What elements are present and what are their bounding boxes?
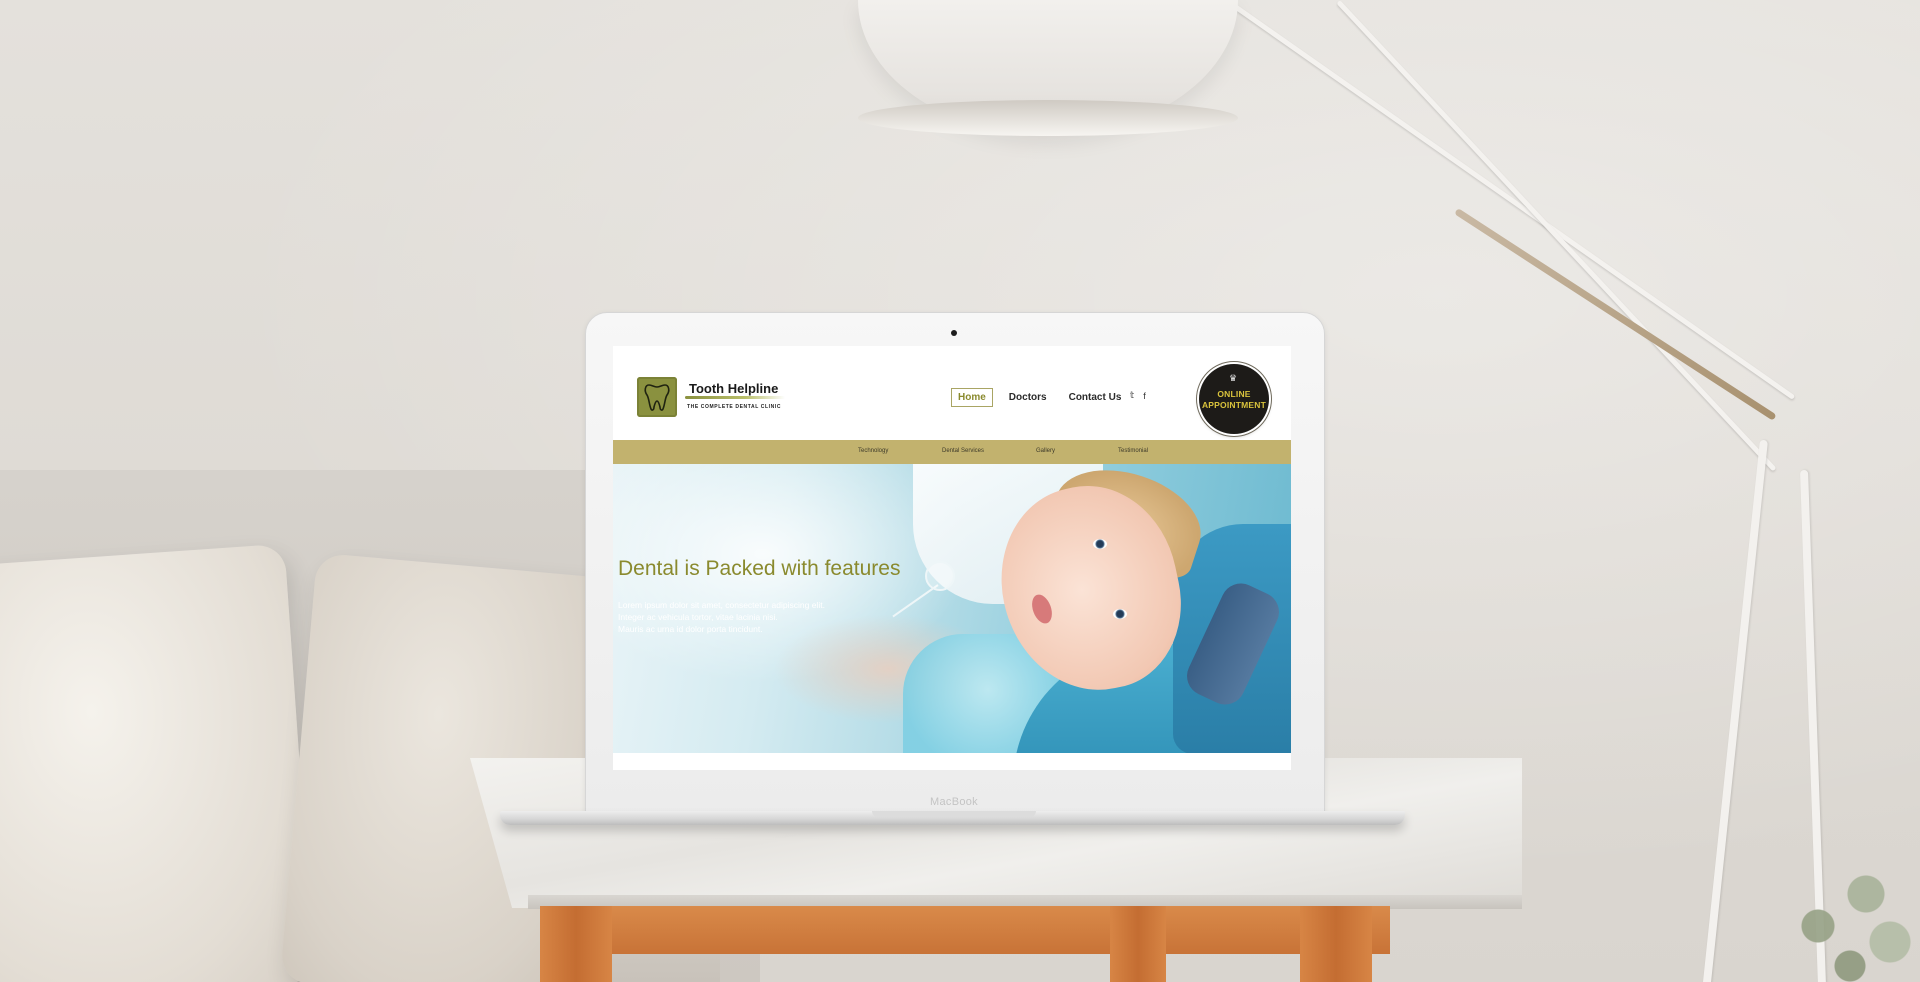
- social-links: 𝕥 f: [1130, 390, 1146, 401]
- logo-title[interactable]: Tooth Helpline: [689, 381, 778, 396]
- lamp-shade-rim: [858, 100, 1238, 136]
- scene: MacBook Tooth Helpline THE COMPLETE DENT…: [0, 0, 1920, 982]
- nav-home[interactable]: Home: [951, 387, 993, 407]
- logo-underline: [685, 396, 785, 399]
- site-header: Tooth Helpline THE COMPLETE DENTAL CLINI…: [613, 346, 1291, 440]
- main-nav: Home Doctors Contact Us: [951, 386, 1127, 408]
- laptop-brand-label: MacBook: [930, 796, 978, 808]
- laptop-notch: [872, 811, 1036, 817]
- twitter-icon[interactable]: 𝕥: [1130, 390, 1134, 401]
- hero-text: Lorem ipsum dolor sit amet, consectetur …: [618, 599, 878, 635]
- hero-text-line: Lorem ipsum dolor sit amet, consectetur …: [618, 600, 825, 610]
- sub-nav-dental-services[interactable]: Dental Services: [942, 448, 984, 454]
- dental-mirror-icon: [925, 561, 955, 591]
- hero-title: Dental is Packed with features: [618, 557, 901, 580]
- hero-child-eye: [1113, 609, 1127, 619]
- camera-icon: [951, 330, 957, 336]
- hero-banner: Dental is Packed with features Lorem ips…: [613, 464, 1291, 753]
- wooden-table-leg: [1300, 906, 1372, 982]
- wooden-table-rail: [600, 906, 1390, 954]
- hero-text-line: Integer ac vehicula tortor, vitae lacini…: [618, 612, 778, 622]
- facebook-icon[interactable]: f: [1143, 391, 1146, 401]
- logo-tagline: THE COMPLETE DENTAL CLINIC: [687, 404, 782, 410]
- pillow-left: [0, 543, 315, 982]
- appointment-line-1: ONLINE: [1217, 389, 1251, 399]
- sub-nav: Technology Dental Services Gallery Testi…: [613, 440, 1291, 464]
- nav-doctors[interactable]: Doctors: [1003, 389, 1053, 406]
- sub-nav-technology[interactable]: Technology: [858, 448, 888, 454]
- hero-text-line: Mauris ac urna id dolor porta tincidunt.: [618, 624, 763, 634]
- laptop-screen: Tooth Helpline THE COMPLETE DENTAL CLINI…: [613, 346, 1291, 770]
- online-appointment-button[interactable]: ♛ ONLINE APPOINTMENT: [1199, 364, 1269, 434]
- tooth-icon: ♛: [1229, 373, 1238, 383]
- hero-child-eye: [1093, 539, 1107, 549]
- appointment-line-2: APPOINTMENT: [1201, 400, 1267, 410]
- plant: [1770, 830, 1920, 982]
- wooden-table-leg: [540, 906, 612, 982]
- wooden-table-leg: [1110, 906, 1166, 982]
- sub-nav-testimonial[interactable]: Testimonial: [1118, 448, 1148, 454]
- tooth-logo-icon[interactable]: [637, 377, 677, 417]
- sub-nav-gallery[interactable]: Gallery: [1036, 448, 1055, 454]
- screen-footer-strip: [613, 753, 1291, 770]
- nav-contact-us[interactable]: Contact Us: [1063, 389, 1128, 406]
